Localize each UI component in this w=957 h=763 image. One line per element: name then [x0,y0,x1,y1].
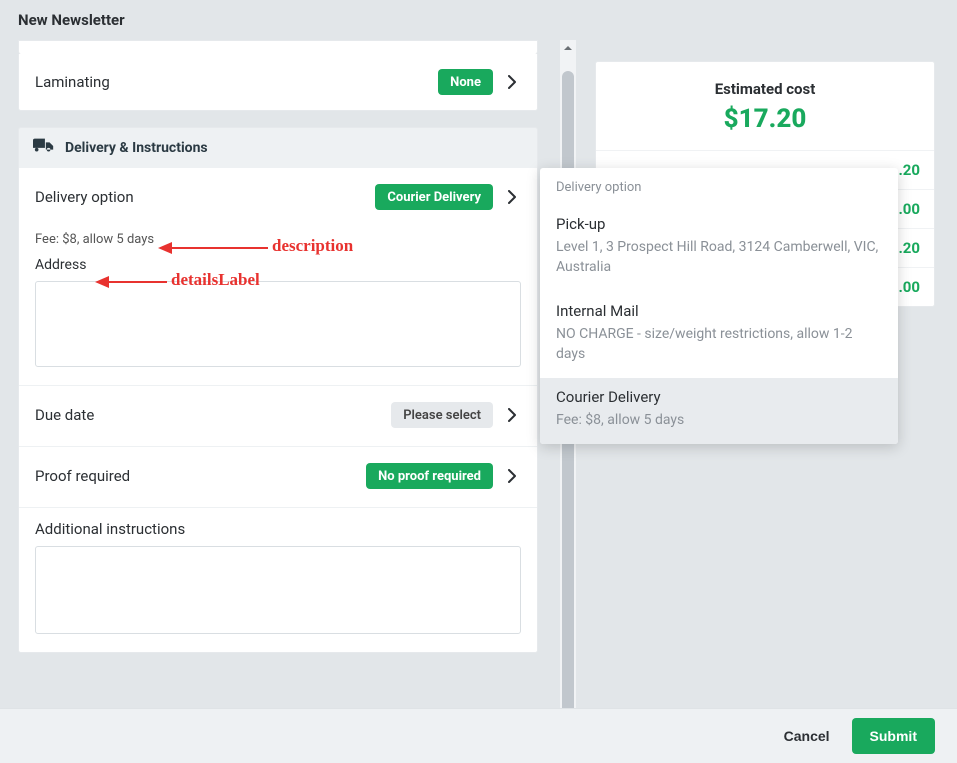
delivery-fee-text: Fee: $8, allow 5 days [35,232,521,247]
footer-bar: Cancel Submit [0,708,957,763]
laminating-label: Laminating [35,73,438,91]
delivery-section-title: Delivery & Instructions [65,140,208,156]
delivery-address-input[interactable] [35,281,521,367]
delivery-option-item-desc: NO CHARGE - size/weight restrictions, al… [556,324,882,365]
form-column: Laminating None Delivery & Instructions [18,40,538,653]
scrollbar-up-icon[interactable] [560,40,576,56]
delivery-option-item[interactable]: Courier Delivery Fee: $8, allow 5 days [540,378,898,444]
delivery-details-label: Address [35,257,521,273]
cost-row-value: .00 [898,278,920,296]
delivery-option-item[interactable]: Pick-up Level 1, 3 Prospect Hill Road, 31… [540,205,898,292]
chevron-right-icon [503,188,521,206]
proof-label: Proof required [35,467,366,485]
due-date-label: Due date [35,406,391,424]
additional-instructions-label: Additional instructions [35,520,521,538]
submit-button[interactable]: Submit [852,718,935,754]
delivery-option-block: Delivery option Courier Delivery Fee: $8… [19,168,537,386]
due-date-block: Due date Please select [19,386,537,447]
cost-row-value: .20 [898,161,920,179]
previous-card-edge [18,40,538,54]
delivery-option-item-name: Pick-up [556,215,882,233]
laminating-value-pill: None [438,69,493,95]
delivery-option-value-pill: Courier Delivery [375,184,493,210]
truck-icon [33,138,55,158]
due-date-value-pill: Please select [391,402,493,428]
page-title: New Newsletter [0,0,957,40]
chevron-right-icon [503,73,521,91]
laminating-row[interactable]: Laminating None [19,54,537,110]
delivery-option-item-desc: Level 1, 3 Prospect Hill Road, 3124 Camb… [556,237,882,278]
popover-title: Delivery option [540,168,898,205]
estimated-cost-title: Estimated cost [596,62,934,104]
delivery-option-row[interactable]: Delivery option Courier Delivery [35,180,521,214]
delivery-section-body: Delivery option Courier Delivery Fee: $8… [18,168,538,653]
delivery-option-item-name: Internal Mail [556,302,882,320]
chevron-right-icon [503,467,521,485]
cost-row-value: .00 [898,200,920,218]
delivery-section-header: Delivery & Instructions [18,127,538,168]
additional-instructions-input[interactable] [35,546,521,634]
delivery-option-item-desc: Fee: $8, allow 5 days [556,410,882,430]
additional-instructions-block: Additional instructions [19,508,537,652]
workspace: Laminating None Delivery & Instructions [0,40,957,708]
proof-block: Proof required No proof required [19,447,537,508]
cancel-button[interactable]: Cancel [784,718,830,754]
delivery-option-item-name: Courier Delivery [556,388,882,406]
delivery-option-popover: Delivery option Pick-up Level 1, 3 Prospe… [540,168,898,444]
cost-row-value: .20 [898,239,920,257]
delivery-option-label: Delivery option [35,188,375,206]
proof-value-pill: No proof required [366,463,493,489]
popover-options: Pick-up Level 1, 3 Prospect Hill Road, 31… [540,205,898,444]
delivery-option-item[interactable]: Internal Mail NO CHARGE - size/weight res… [540,292,898,379]
due-date-row[interactable]: Due date Please select [35,398,521,432]
chevron-right-icon [503,406,521,424]
laminating-card: Laminating None [18,54,538,111]
delivery-section: Delivery & Instructions Delivery option … [18,127,538,653]
estimated-cost-amount: $17.20 [596,104,934,150]
proof-row[interactable]: Proof required No proof required [35,459,521,493]
